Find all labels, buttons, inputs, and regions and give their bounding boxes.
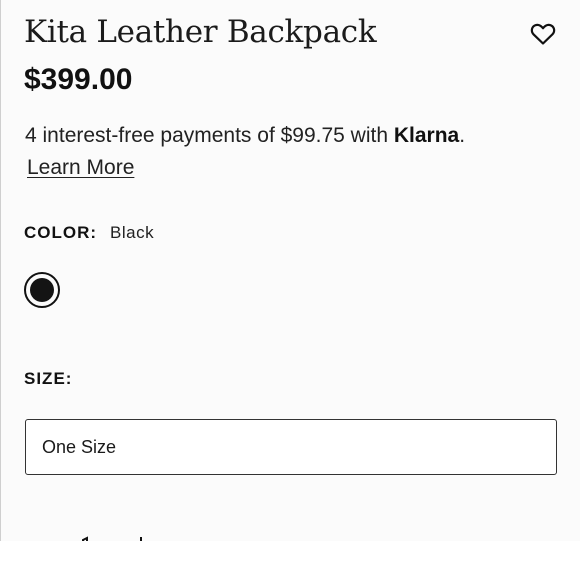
color-label: COLOR: bbox=[24, 223, 98, 242]
learn-more-link[interactable]: Learn More bbox=[27, 156, 134, 180]
klarna-installment-text: 4 interest-free payments of $99.75 with … bbox=[25, 124, 465, 148]
product-title: Kita Leather Backpack bbox=[24, 14, 377, 50]
heart-outline-icon bbox=[530, 22, 556, 51]
truncated-content bbox=[65, 531, 185, 541]
swatch-fill bbox=[30, 278, 54, 302]
color-swatch-black[interactable] bbox=[24, 272, 60, 308]
installment-description: 4 interest-free payments of $99.75 with bbox=[25, 124, 394, 147]
installment-suffix: . bbox=[459, 124, 466, 147]
size-select-value: One Size bbox=[42, 436, 117, 457]
klarna-brand: Klarna bbox=[393, 124, 460, 147]
product-price: $399.00 bbox=[24, 63, 133, 96]
size-select[interactable]: One Size bbox=[25, 419, 557, 475]
size-label: SIZE: bbox=[24, 369, 73, 388]
product-detail-panel: Kita Leather Backpack $399.00 4 interest… bbox=[0, 0, 580, 541]
color-selector-header: COLOR: Black bbox=[24, 223, 154, 243]
selected-color-value: Black bbox=[110, 223, 155, 242]
wishlist-button[interactable] bbox=[527, 21, 559, 51]
